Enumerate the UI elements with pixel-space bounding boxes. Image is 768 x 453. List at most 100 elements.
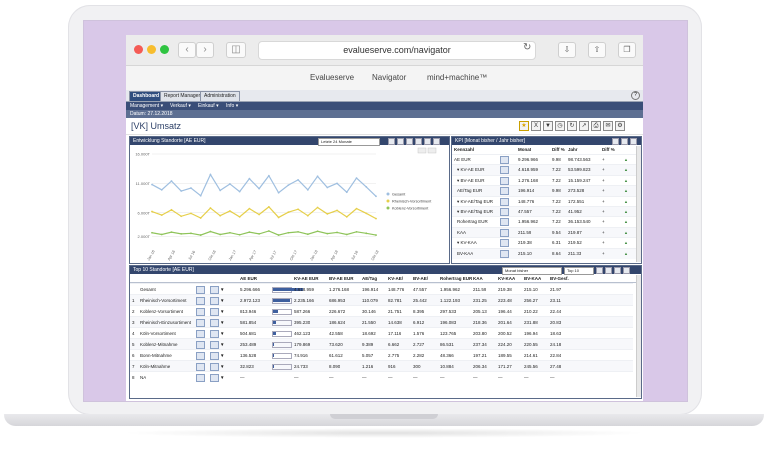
table-panel-button-1[interactable]	[596, 267, 603, 274]
kpi-header-cell: Jahr	[568, 147, 578, 152]
excel-icon[interactable]: X	[531, 121, 541, 131]
chart-icon[interactable]	[196, 286, 205, 294]
close-window-button[interactable]	[134, 45, 143, 54]
kpi-month-value: 9.296.966	[518, 157, 539, 162]
ae-per-day-value: 30.146	[362, 309, 376, 314]
period-select[interactable]: Letzte 24 Monate	[318, 138, 380, 146]
table-header-cell[interactable]: Rohertrag EUR	[440, 276, 472, 281]
kpi-scrollbar[interactable]	[636, 146, 641, 262]
minimize-window-button[interactable]	[147, 45, 156, 54]
kpi-row[interactable]: BV-KAA 215.10 8.64 211.33 + ▲	[452, 247, 637, 259]
chart-icon[interactable]	[500, 187, 509, 196]
chart-icon[interactable]	[196, 319, 205, 327]
detail-icon[interactable]	[210, 374, 219, 382]
table-header-cell[interactable]: AE EUR	[240, 276, 257, 281]
kv-ae-per-day-value: 6.662	[388, 342, 400, 347]
table-panel-button-2[interactable]	[605, 267, 612, 274]
mail-icon[interactable]: ✉	[603, 121, 613, 131]
gross-profit-value: 123.765	[440, 331, 457, 336]
chart-icon[interactable]	[500, 239, 509, 248]
download-icon[interactable]: ⇩	[558, 42, 576, 58]
table-header-cell[interactable]: KV-KAA	[498, 276, 515, 281]
table-header-cell[interactable]: BV-AE EUR	[329, 276, 354, 281]
back-icon[interactable]: ‹	[178, 42, 196, 58]
table-header-cell[interactable]: BV-KAA	[524, 276, 541, 281]
table-header-cell[interactable]: BV-AE/	[413, 276, 428, 281]
chart-icon[interactable]	[500, 156, 509, 164]
chart-icon[interactable]	[196, 308, 205, 316]
detail-icon[interactable]	[210, 363, 219, 371]
filter-icon[interactable]: ▼	[543, 121, 553, 131]
panel-button-5[interactable]	[424, 138, 431, 145]
favorite-star-icon[interactable]: ★	[519, 121, 529, 131]
table-header-cell[interactable]: AE/Tag	[362, 276, 377, 281]
favorite-navigator[interactable]: Navigator	[372, 73, 406, 82]
chart-icon[interactable]	[500, 166, 509, 175]
detail-icon[interactable]	[210, 286, 219, 294]
chart-icon[interactable]	[500, 228, 509, 237]
zoom-window-button[interactable]	[160, 45, 169, 54]
share-icon[interactable]: ⇧	[588, 42, 606, 58]
table-panel-button-4[interactable]	[623, 267, 630, 274]
top10-scrollbar[interactable]	[636, 275, 641, 397]
tab-report-manager[interactable]: Report Manager	[160, 91, 205, 101]
export-icon[interactable]: ↗	[579, 121, 589, 131]
table-header-cell[interactable]: BV-Gesf.	[550, 276, 569, 281]
address-bar[interactable]: evalueserve.com/navigator	[258, 41, 536, 60]
reload-icon[interactable]: ↻	[523, 42, 531, 53]
chart-icon[interactable]	[500, 176, 509, 185]
chart-icon[interactable]	[196, 341, 205, 349]
table-header-cell[interactable]: KAA	[473, 276, 483, 281]
tabs-overview-icon[interactable]: ❐	[618, 42, 636, 58]
table-header-cell[interactable]: KV-AE EUR	[294, 276, 319, 281]
data-point	[190, 187, 192, 189]
panel-button-6[interactable]	[433, 138, 440, 145]
chart-icon[interactable]	[196, 352, 205, 360]
kpi-panel-button-1[interactable]	[612, 138, 619, 145]
data-point	[248, 207, 251, 210]
sidebar-icon[interactable]: ◫	[226, 42, 246, 58]
menu-info[interactable]: Info ▾	[226, 102, 238, 110]
chart-icon[interactable]	[500, 197, 509, 206]
topn-select[interactable]: Top 10	[564, 267, 594, 275]
table-header-cell[interactable]: KV-AE/	[388, 276, 403, 281]
panel-button-3[interactable]	[406, 138, 413, 145]
chart-icon[interactable]	[196, 363, 205, 371]
favorite-evalueserve[interactable]: Evalueserve	[310, 73, 354, 82]
ae-value: 813.946	[240, 309, 257, 314]
forward-icon[interactable]: ›	[196, 42, 214, 58]
menu-verkauf[interactable]: Verkauf ▾	[170, 102, 191, 110]
table-panel-button-3[interactable]	[614, 267, 621, 274]
table-row[interactable]: 8 NA ▼ — — — — — — — — — — —	[130, 371, 633, 383]
menu-einkauf[interactable]: Einkauf ▾	[198, 102, 219, 110]
tab-dashboard[interactable]: Dashboard	[129, 91, 164, 101]
panel-button-4[interactable]	[415, 138, 422, 145]
panel-button-1[interactable]	[388, 138, 395, 145]
chart-icon[interactable]	[500, 218, 509, 227]
detail-icon[interactable]	[210, 341, 219, 349]
panel-button-2[interactable]	[397, 138, 404, 145]
settings-icon[interactable]: ⚙	[615, 121, 625, 131]
detail-icon[interactable]	[210, 308, 219, 316]
help-icon[interactable]: ?	[631, 91, 640, 100]
menu-management[interactable]: Management ▾	[130, 102, 163, 110]
chart-icon[interactable]	[196, 330, 205, 338]
detail-icon[interactable]	[210, 330, 219, 338]
kpi-panel-button-2[interactable]	[621, 138, 628, 145]
tab-administration[interactable]: Administration	[200, 91, 240, 101]
x-tick-label: Apr 16	[167, 250, 176, 262]
detail-icon[interactable]	[210, 297, 219, 305]
kpi-panel-button-3[interactable]	[630, 138, 637, 145]
timeframe-select[interactable]: Monat bisher	[502, 267, 562, 275]
chart-icon[interactable]	[500, 208, 509, 216]
chart-icon[interactable]	[500, 249, 509, 258]
chart-icon[interactable]	[196, 374, 205, 382]
refresh-icon[interactable]: ↻	[567, 121, 577, 131]
detail-icon[interactable]	[210, 352, 219, 360]
print-icon[interactable]: ⎙	[591, 121, 601, 131]
detail-icon[interactable]	[210, 319, 219, 327]
favorite-mind-machine[interactable]: mind+machine™	[427, 73, 487, 82]
clock-icon[interactable]: ◷	[555, 121, 565, 131]
data-point	[219, 233, 222, 236]
chart-icon[interactable]	[196, 297, 205, 305]
